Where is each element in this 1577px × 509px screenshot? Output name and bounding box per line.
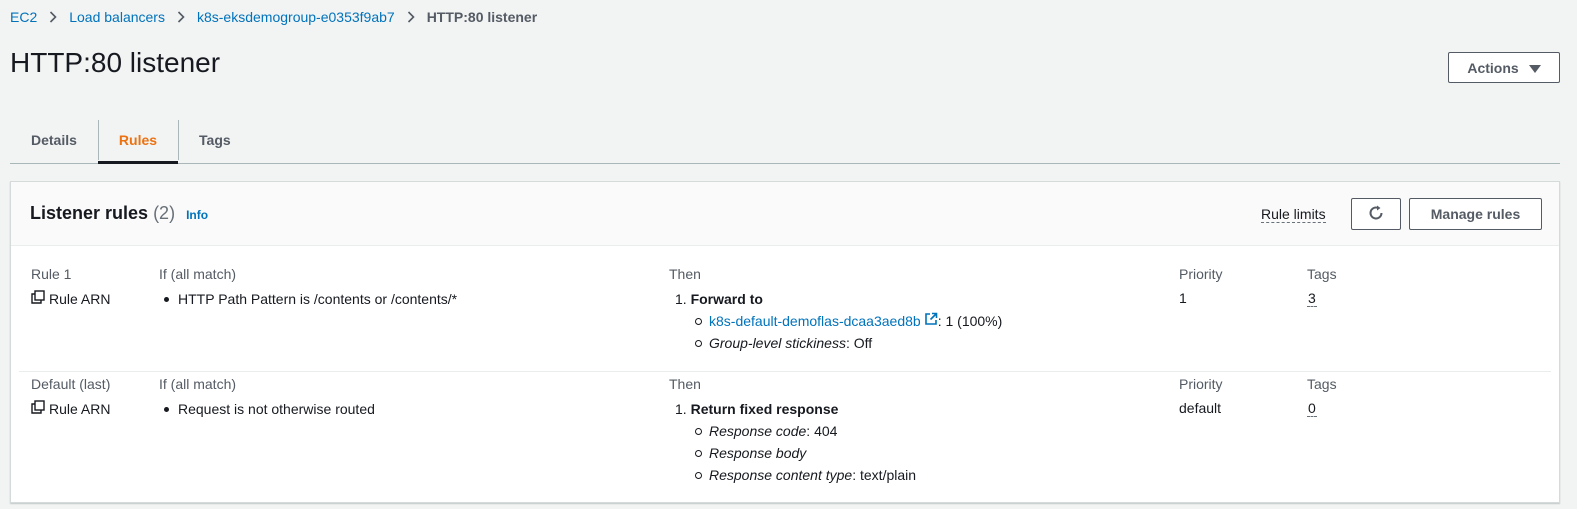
breadcrumb-load-balancers[interactable]: Load balancers bbox=[69, 9, 165, 25]
tab-details-label: Details bbox=[31, 132, 77, 148]
if-label: If (all match) bbox=[159, 266, 237, 282]
response-code-value: : 404 bbox=[806, 423, 838, 439]
tab-tags-label: Tags bbox=[199, 132, 231, 148]
chevron-right-icon bbox=[172, 10, 190, 24]
rule-name-cell: Rule 1 Rule ARN bbox=[31, 266, 110, 307]
priority-value: 1 bbox=[1179, 290, 1187, 306]
action-details: k8s-default-demoflas-dcaa3aed8b : 1 (100… bbox=[689, 312, 1002, 352]
content-type-item: Response content type: text/plain bbox=[689, 466, 916, 484]
priority-label: Priority bbox=[1179, 376, 1223, 392]
rule-name: Default (last) bbox=[31, 376, 111, 392]
actions-cell: Then 1. Return fixed response Response c… bbox=[669, 376, 916, 484]
action-type: Forward to bbox=[690, 291, 763, 307]
tab-tags[interactable]: Tags bbox=[178, 117, 252, 163]
manage-rules-button[interactable]: Manage rules bbox=[1409, 198, 1542, 230]
then-label: Then bbox=[669, 266, 701, 282]
action-number: 1. bbox=[675, 401, 687, 417]
table-row: Rule 1 Rule ARN If (all match) HTTP Path… bbox=[19, 257, 1551, 372]
copy-rule-arn[interactable]: Rule ARN bbox=[31, 400, 110, 417]
manage-rules-label: Manage rules bbox=[1430, 206, 1521, 222]
tags-cell: Tags 0 bbox=[1307, 376, 1337, 417]
then-label: Then bbox=[669, 376, 701, 392]
response-code-item: Response code: 404 bbox=[689, 422, 916, 440]
actions-button-label: Actions bbox=[1467, 59, 1519, 76]
panel-title: Listener rules (2) Info bbox=[30, 203, 208, 224]
response-code-label: Response code bbox=[709, 423, 807, 439]
response-body-label: Response body bbox=[709, 445, 807, 461]
priority-cell: Priority 1 bbox=[1179, 266, 1223, 306]
refresh-icon bbox=[1368, 205, 1384, 224]
actions-cell: Then 1. Forward to k8s-default-demoflas-… bbox=[669, 266, 1002, 352]
action-item: 1. Return fixed response bbox=[669, 400, 916, 418]
actions-button[interactable]: Actions bbox=[1448, 52, 1560, 83]
action-list: 1. Return fixed response Response code: … bbox=[669, 400, 916, 484]
refresh-button[interactable] bbox=[1351, 198, 1401, 230]
conditions-cell: If (all match) Request is not otherwise … bbox=[159, 376, 375, 418]
panel-title-text: Listener rules bbox=[30, 203, 149, 223]
tab-details[interactable]: Details bbox=[10, 117, 98, 163]
tags-label: Tags bbox=[1307, 266, 1337, 282]
tab-rules-label: Rules bbox=[118, 132, 158, 148]
target-group-name: k8s-default-demoflas-dcaa3aed8b bbox=[709, 313, 921, 329]
priority-cell: Priority default bbox=[1179, 376, 1223, 416]
target-group-link[interactable]: k8s-default-demoflas-dcaa3aed8b bbox=[709, 312, 938, 330]
page-title: HTTP:80 listener bbox=[10, 47, 221, 78]
external-link-icon bbox=[924, 312, 938, 330]
if-label: If (all match) bbox=[159, 376, 237, 392]
action-type: Return fixed response bbox=[690, 401, 839, 417]
stickiness-item: Group-level stickiness: Off bbox=[689, 334, 1002, 352]
rule-arn-label: Rule ARN bbox=[49, 290, 111, 307]
target-weight: : 1 (100%) bbox=[937, 313, 1003, 329]
tab-bar: Details Rules Tags bbox=[10, 117, 1560, 164]
tags-label: Tags bbox=[1307, 376, 1337, 392]
action-details: Response code: 404 Response body Respons… bbox=[689, 422, 916, 484]
chevron-right-icon bbox=[44, 10, 62, 24]
copy-icon bbox=[31, 290, 45, 307]
condition-list: HTTP Path Pattern is /contents or /conte… bbox=[159, 290, 457, 308]
priority-value: default bbox=[1179, 400, 1222, 416]
rule-count: (2) bbox=[153, 203, 176, 223]
response-body-item: Response body bbox=[689, 444, 916, 462]
target-group-item: k8s-default-demoflas-dcaa3aed8b : 1 (100… bbox=[689, 312, 1002, 330]
info-link[interactable]: Info bbox=[186, 208, 208, 222]
tags-cell: Tags 3 bbox=[1307, 266, 1337, 307]
action-item: 1. Forward to bbox=[669, 290, 1002, 308]
condition-item: HTTP Path Pattern is /contents or /conte… bbox=[159, 290, 457, 308]
priority-label: Priority bbox=[1179, 266, 1223, 282]
rule-limits-link[interactable]: Rule limits bbox=[1261, 206, 1326, 223]
rule-name-cell: Default (last) Rule ARN bbox=[31, 376, 110, 417]
condition-list: Request is not otherwise routed bbox=[159, 400, 375, 418]
breadcrumb-load-balancer-name[interactable]: k8s-eksdemogroup-e0353f9ab7 bbox=[197, 9, 395, 25]
chevron-right-icon bbox=[402, 10, 420, 24]
stickiness-value: : Off bbox=[845, 335, 873, 351]
breadcrumb: EC2 Load balancers k8s-eksdemogroup-e035… bbox=[10, 9, 537, 25]
stickiness-label: Group-level stickiness bbox=[709, 335, 846, 351]
copy-rule-arn[interactable]: Rule ARN bbox=[31, 290, 110, 307]
condition-item: Request is not otherwise routed bbox=[159, 400, 375, 418]
conditions-cell: If (all match) HTTP Path Pattern is /con… bbox=[159, 266, 457, 308]
copy-icon bbox=[31, 400, 45, 417]
content-type-label: Response content type bbox=[709, 467, 853, 483]
action-number: 1. bbox=[675, 291, 687, 307]
rule-name: Rule 1 bbox=[31, 266, 72, 282]
table-row: Default (last) Rule ARN If (all match) R… bbox=[19, 367, 1551, 484]
listener-rules-panel: Listener rules (2) Info Rule limits Mana… bbox=[10, 181, 1560, 503]
tags-count-link[interactable]: 0 bbox=[1307, 400, 1317, 417]
panel-header: Listener rules (2) Info Rule limits Mana… bbox=[11, 182, 1559, 246]
content-type-value: : text/plain bbox=[852, 467, 917, 483]
tags-count-link[interactable]: 3 bbox=[1307, 290, 1317, 307]
breadcrumb-ec2[interactable]: EC2 bbox=[10, 9, 37, 25]
tab-rules[interactable]: Rules bbox=[97, 117, 179, 164]
rule-arn-label: Rule ARN bbox=[49, 400, 111, 417]
caret-down-icon bbox=[1528, 60, 1541, 76]
action-list: 1. Forward to k8s-default-demoflas-dcaa3… bbox=[669, 290, 1002, 352]
breadcrumb-current: HTTP:80 listener bbox=[426, 9, 538, 25]
